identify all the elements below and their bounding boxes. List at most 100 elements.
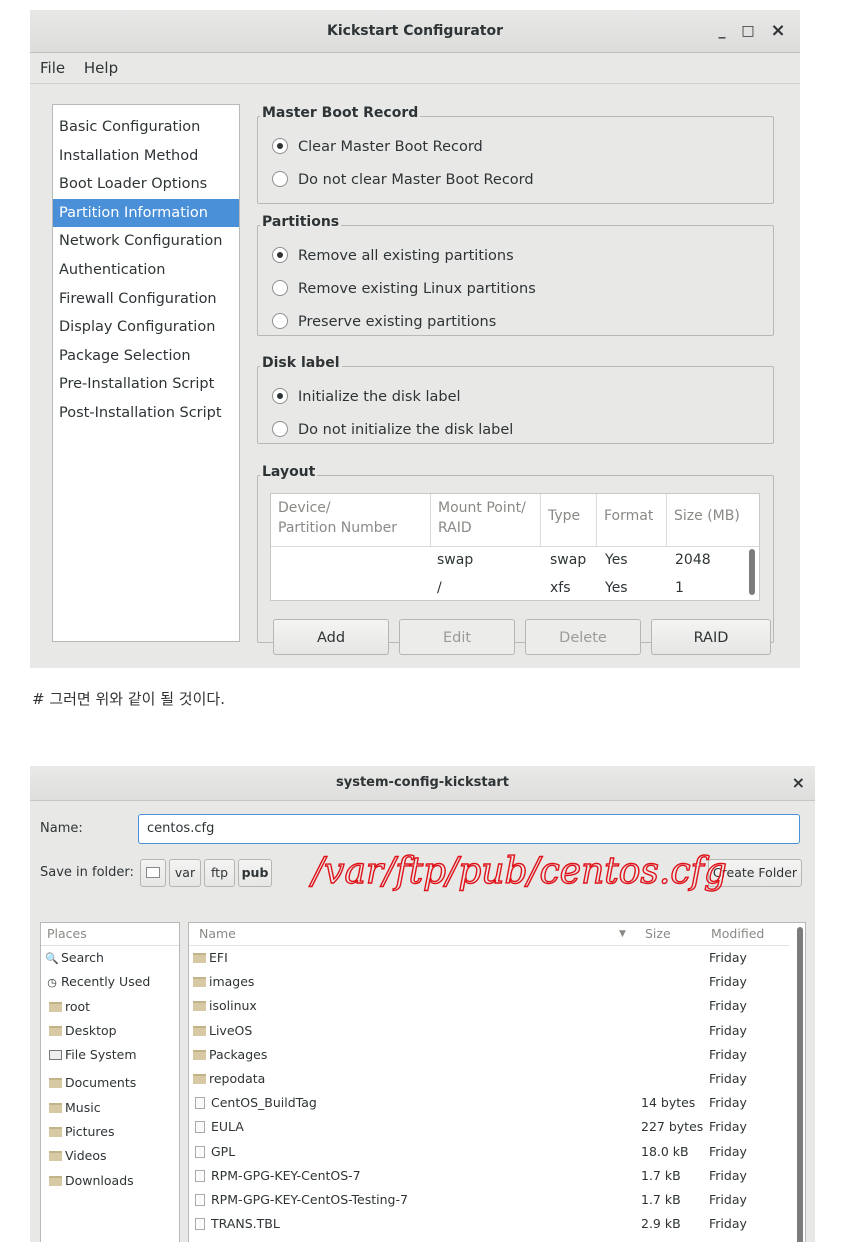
file-size: 2.9 kB [641, 1216, 681, 1232]
delete-button[interactable]: Delete [525, 619, 641, 655]
radio-unselected-icon[interactable] [272, 313, 288, 329]
folder-icon [49, 1151, 62, 1162]
file-row[interactable]: GPL 18.0 kB Friday [189, 1140, 789, 1164]
cell-type: swap [550, 552, 587, 568]
place-videos[interactable]: Videos [41, 1144, 179, 1168]
partitions-frame: Partitions Remove all existing partition… [257, 214, 774, 336]
path-button-var[interactable]: var [169, 859, 201, 887]
place-recently-used[interactable]: ◷ Recently Used [41, 970, 179, 994]
place-label: Recently Used [61, 974, 151, 990]
nav-pre-installation-script[interactable]: Pre-Installation Script [53, 370, 239, 399]
menu-file[interactable]: File [40, 59, 65, 77]
create-folder-button[interactable]: Create Folder [708, 859, 802, 887]
file-row[interactable]: CentOS_BuildTag 14 bytes Friday [189, 1091, 789, 1115]
nav-installation-method[interactable]: Installation Method [53, 142, 239, 171]
menu-help[interactable]: Help [84, 59, 118, 77]
place-search[interactable]: 🔍 Search [41, 946, 179, 970]
file-row[interactable]: TRANS.TBL 2.9 kB Friday [189, 1212, 789, 1236]
place-music[interactable]: Music [41, 1096, 179, 1120]
col-size[interactable]: Size [645, 923, 671, 945]
col-size[interactable]: Size (MB) [667, 494, 753, 546]
nav-firewall-configuration[interactable]: Firewall Configuration [53, 285, 239, 314]
place-label: Pictures [65, 1124, 115, 1140]
file-list-scrollbar[interactable] [797, 927, 803, 1242]
radio-selected-icon[interactable] [272, 388, 288, 404]
close-button[interactable]: × [792, 766, 805, 800]
col-type[interactable]: Type [541, 494, 597, 546]
nav-display-configuration[interactable]: Display Configuration [53, 313, 239, 342]
place-downloads[interactable]: Downloads [41, 1169, 179, 1193]
mbr-frame: Master Boot Record Clear Master Boot Rec… [257, 105, 774, 204]
col-format[interactable]: Format [597, 494, 667, 546]
place-desktop[interactable]: Desktop [41, 1019, 179, 1043]
file-row[interactable]: LiveOS Friday [189, 1019, 789, 1043]
file-size: 227 bytes [641, 1119, 704, 1135]
radio-clear-mbr[interactable]: Clear Master Boot Record [272, 137, 483, 157]
col-device[interactable]: Device/ Partition Number [271, 494, 431, 546]
nav-network-configuration[interactable]: Network Configuration [53, 227, 239, 256]
path-button-pub[interactable]: pub [238, 859, 272, 887]
radio-no-clear-mbr[interactable]: Do not clear Master Boot Record [272, 170, 534, 190]
radio-unselected-icon[interactable] [272, 421, 288, 437]
nav-basic-configuration[interactable]: Basic Configuration [53, 113, 239, 142]
place-file-system[interactable]: File System [41, 1043, 179, 1067]
edit-button[interactable]: Edit [399, 619, 515, 655]
nav-boot-loader-options[interactable]: Boot Loader Options [53, 170, 239, 199]
nav-post-installation-script[interactable]: Post-Installation Script [53, 399, 239, 428]
radio-unselected-icon[interactable] [272, 280, 288, 296]
places-header: Places [41, 923, 179, 946]
file-row[interactable]: isolinux Friday [189, 994, 789, 1018]
raid-button[interactable]: RAID [651, 619, 771, 655]
file-icon [195, 1121, 205, 1134]
place-documents[interactable]: Documents [41, 1071, 179, 1095]
file-row[interactable]: RPM-GPG-KEY-CentOS-7 1.7 kB Friday [189, 1164, 789, 1188]
radio-remove-all[interactable]: Remove all existing partitions [272, 246, 514, 266]
radio-unselected-icon[interactable] [272, 171, 288, 187]
file-row[interactable]: Packages Friday [189, 1043, 789, 1067]
file-name: CentOS_BuildTag [211, 1095, 317, 1111]
radio-no-init-disk-label[interactable]: Do not initialize the disk label [272, 420, 513, 440]
minimize-button[interactable]: _ [710, 10, 734, 52]
radio-preserve[interactable]: Preserve existing partitions [272, 312, 496, 332]
file-modified: Friday [709, 998, 747, 1014]
place-label: Search [61, 950, 104, 965]
col-mount-point[interactable]: Mount Point/ RAID [431, 494, 541, 546]
radio-remove-linux[interactable]: Remove existing Linux partitions [272, 279, 536, 299]
name-label: Name: [40, 821, 83, 836]
path-button-ftp[interactable]: ftp [204, 859, 235, 887]
nav-package-selection[interactable]: Package Selection [53, 342, 239, 371]
radio-init-disk-label[interactable]: Initialize the disk label [272, 387, 461, 407]
places-sidebar: Places 🔍 Search ◷ Recently Used root Deskt… [40, 922, 180, 1242]
file-row[interactable]: images Friday [189, 970, 789, 994]
col-name[interactable]: Name [199, 923, 236, 945]
partition-table[interactable]: Device/ Partition Number Mount Point/ RA… [270, 493, 760, 601]
radio-selected-icon[interactable] [272, 247, 288, 263]
col-modified[interactable]: Modified [711, 923, 764, 945]
file-name: TRANS.TBL [211, 1216, 280, 1232]
location-icon [146, 867, 160, 878]
close-button[interactable]: × [766, 10, 790, 52]
place-root[interactable]: root [41, 995, 179, 1019]
place-pictures[interactable]: Pictures [41, 1120, 179, 1144]
file-list[interactable]: Name ▼ Size Modified EFI Friday images Frid… [188, 922, 806, 1242]
file-row[interactable]: repodata Friday [189, 1067, 789, 1091]
file-modified: Friday [709, 1095, 747, 1111]
add-button[interactable]: Add [273, 619, 389, 655]
nav-authentication[interactable]: Authentication [53, 256, 239, 285]
table-row[interactable]: swap swap Yes 2048 [271, 546, 759, 574]
folder-icon [193, 953, 206, 963]
search-icon: 🔍 [45, 952, 59, 965]
nav-partition-information[interactable]: Partition Information [53, 198, 239, 228]
path-toggle-button[interactable] [140, 859, 166, 887]
file-icon [195, 1218, 205, 1231]
table-row[interactable]: / xfs Yes 1 [271, 574, 759, 600]
title-bar: Kickstart Configurator _ □ × [30, 10, 800, 53]
filename-input[interactable]: centos.cfg [138, 814, 800, 844]
file-row[interactable]: EFI Friday [189, 946, 789, 970]
radio-selected-icon[interactable] [272, 138, 288, 154]
table-scrollbar[interactable] [749, 549, 755, 595]
maximize-button[interactable]: □ [736, 10, 760, 52]
file-row[interactable]: RPM-GPG-KEY-CentOS-Testing-7 1.7 kB Friday [189, 1188, 789, 1212]
file-size: 1.7 kB [641, 1192, 681, 1207]
file-row[interactable]: EULA 227 bytes Friday [189, 1115, 789, 1139]
